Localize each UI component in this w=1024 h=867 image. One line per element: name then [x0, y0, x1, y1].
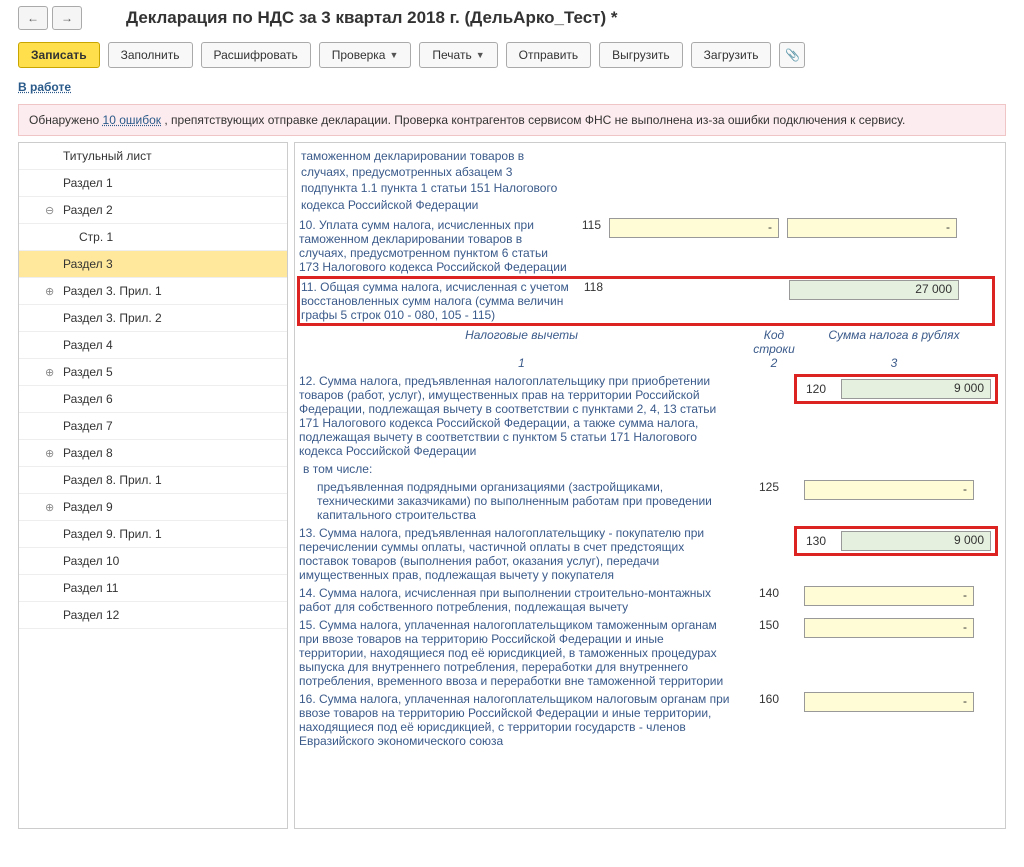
row10-value-b[interactable]: -: [787, 218, 957, 238]
row12-desc: 12. Сумма налога, предъявленная налогопл…: [299, 374, 744, 458]
expand-icon[interactable]: ⊕: [45, 285, 54, 298]
chevron-down-icon: ▼: [389, 50, 398, 60]
sidebar-item-label: Раздел 6: [63, 392, 113, 406]
row14-desc: 14. Сумма налога, исчисленная при выполн…: [299, 586, 744, 614]
row16-value[interactable]: -: [804, 692, 974, 712]
sidebar-item-10[interactable]: Раздел 7: [19, 413, 287, 440]
row10-desc: 10. Уплата сумм налога, исчисленных при …: [299, 218, 569, 274]
sidebar-item-label: Титульный лист: [63, 149, 152, 163]
sidebar-item-label: Раздел 8. Прил. 1: [63, 473, 162, 487]
sidebar-item-9[interactable]: Раздел 6: [19, 386, 287, 413]
row14-value[interactable]: -: [804, 586, 974, 606]
colnum-3: 3: [804, 356, 984, 370]
sidebar-item-14[interactable]: Раздел 9. Прил. 1: [19, 521, 287, 548]
print-dropdown[interactable]: Печать▼: [419, 42, 497, 68]
colnum-2: 2: [744, 356, 804, 370]
row13-desc: 13. Сумма налога, предъявленная налогопл…: [299, 526, 744, 582]
row11-value[interactable]: 27 000: [789, 280, 959, 300]
row12a-value[interactable]: -: [804, 480, 974, 500]
sidebar-item-label: Раздел 3: [63, 257, 113, 271]
check-dropdown[interactable]: Проверка▼: [319, 42, 412, 68]
sidebar-item-label: Раздел 9. Прил. 1: [63, 527, 162, 541]
nav-forward-button[interactable]: →: [52, 6, 82, 30]
including-label: в том числе:: [303, 462, 993, 476]
colnum-1: 1: [299, 356, 744, 370]
row12-value[interactable]: 9 000: [841, 379, 991, 399]
sidebar-item-6[interactable]: Раздел 3. Прил. 2: [19, 305, 287, 332]
sidebar-item-8[interactable]: ⊕ Раздел 5: [19, 359, 287, 386]
sidebar-item-1[interactable]: Раздел 1: [19, 170, 287, 197]
sidebar-item-12[interactable]: Раздел 8. Прил. 1: [19, 467, 287, 494]
sidebar-item-11[interactable]: ⊕ Раздел 8: [19, 440, 287, 467]
expand-icon[interactable]: ⊖: [45, 204, 54, 217]
row16-desc: 16. Сумма налога, уплаченная налогоплате…: [299, 692, 744, 748]
pre-text: таможенном декларировании товаров в случ…: [299, 147, 569, 214]
sidebar-item-3[interactable]: Стр. 1: [19, 224, 287, 251]
expand-icon[interactable]: ⊕: [45, 366, 54, 379]
row12-code: 120: [801, 382, 831, 396]
sidebar-item-label: Раздел 4: [63, 338, 113, 352]
row12a-code: 125: [744, 480, 794, 494]
row15-value[interactable]: -: [804, 618, 974, 638]
sidebar-item-13[interactable]: ⊕ Раздел 9: [19, 494, 287, 521]
sidebar-item-label: Раздел 9: [63, 500, 113, 514]
sidebar-item-label: Раздел 11: [63, 581, 118, 595]
import-button[interactable]: Загрузить: [691, 42, 772, 68]
row13-value[interactable]: 9 000: [841, 531, 991, 551]
write-button[interactable]: Записать: [18, 42, 100, 68]
col-header-sum: Сумма налога в рублях: [804, 328, 984, 356]
sidebar-item-label: Раздел 8: [63, 446, 113, 460]
sidebar-item-label: Раздел 10: [63, 554, 119, 568]
status-link[interactable]: В работе: [18, 80, 71, 94]
sidebar-item-0[interactable]: Титульный лист: [19, 143, 287, 170]
deductions-header: Налоговые вычеты: [299, 328, 744, 356]
sidebar-item-label: Раздел 3. Прил. 2: [63, 311, 162, 325]
row15-desc: 15. Сумма налога, уплаченная налогоплате…: [299, 618, 744, 688]
row13-code: 130: [801, 534, 831, 548]
errors-banner: Обнаружено 10 ошибок , препятствующих от…: [18, 104, 1006, 136]
row12a-desc: предъявленная подрядными организациями (…: [299, 480, 744, 522]
row11-desc: 11. Общая сумма налога, исчисленная с уч…: [301, 280, 571, 322]
row10-code: 115: [569, 218, 609, 232]
sidebar-item-4[interactable]: Раздел 3: [19, 251, 287, 278]
row15-code: 150: [744, 618, 794, 632]
attach-button[interactable]: 📎: [779, 42, 805, 68]
sidebar-item-label: Раздел 3. Прил. 1: [63, 284, 162, 298]
paperclip-icon: 📎: [785, 48, 800, 62]
errors-link[interactable]: 10 ошибок: [103, 113, 161, 127]
page-title: Декларация по НДС за 3 квартал 2018 г. (…: [126, 8, 618, 28]
chevron-down-icon: ▼: [476, 50, 485, 60]
expand-icon[interactable]: ⊕: [45, 447, 54, 460]
sidebar-item-17[interactable]: Раздел 12: [19, 602, 287, 629]
sidebar-item-16[interactable]: Раздел 11: [19, 575, 287, 602]
section-tree[interactable]: Титульный лист Раздел 1 ⊖ Раздел 2 Стр. 1 Раз…: [18, 142, 288, 829]
sidebar-item-label: Раздел 12: [63, 608, 119, 622]
sidebar-item-label: Раздел 5: [63, 365, 113, 379]
sidebar-item-label: Раздел 7: [63, 419, 113, 433]
sidebar-item-label: Раздел 2: [63, 203, 113, 217]
nav-back-button[interactable]: ←: [18, 6, 48, 30]
sidebar-item-15[interactable]: Раздел 10: [19, 548, 287, 575]
row11-code: 118: [571, 280, 611, 294]
sidebar-item-7[interactable]: Раздел 4: [19, 332, 287, 359]
send-button[interactable]: Отправить: [506, 42, 592, 68]
col-header-code: Код строки: [744, 328, 804, 356]
decode-button[interactable]: Расшифровать: [201, 42, 311, 68]
row16-code: 160: [744, 692, 794, 706]
form-panel: таможенном декларировании товаров в случ…: [294, 142, 1006, 829]
sidebar-item-5[interactable]: ⊕ Раздел 3. Прил. 1: [19, 278, 287, 305]
expand-icon[interactable]: ⊕: [45, 501, 54, 514]
export-button[interactable]: Выгрузить: [599, 42, 683, 68]
row10-value-a[interactable]: -: [609, 218, 779, 238]
sidebar-item-2[interactable]: ⊖ Раздел 2: [19, 197, 287, 224]
sidebar-item-label: Раздел 1: [63, 176, 113, 190]
row14-code: 140: [744, 586, 794, 600]
sidebar-item-label: Стр. 1: [79, 230, 113, 244]
fill-button[interactable]: Заполнить: [108, 42, 193, 68]
